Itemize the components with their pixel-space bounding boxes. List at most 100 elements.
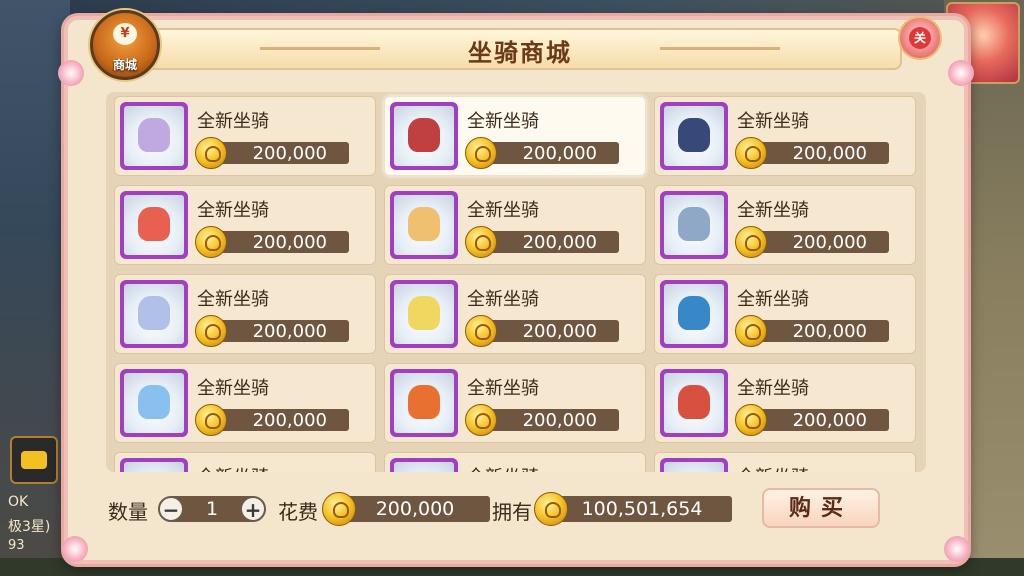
gold-coin-icon [735, 404, 767, 436]
mount-thumbnail [390, 369, 458, 437]
mount-item-card[interactable]: 全新坐骑 200,000 [654, 185, 916, 265]
mount-item-card[interactable]: 全新坐骑 200,000 [384, 363, 646, 443]
mount-price: 200,000 [792, 232, 867, 253]
mount-figure-icon [408, 207, 440, 241]
gold-coin-icon [735, 137, 767, 169]
mount-name: 全新坐骑 [467, 200, 539, 221]
buy-button[interactable]: 购买 [762, 488, 880, 528]
cost-label: 花费 [278, 500, 318, 524]
gold-coin-icon [735, 226, 767, 258]
mount-item-card[interactable]: 全新坐骑 200,000 [654, 96, 916, 176]
flower-decoration [58, 60, 84, 86]
title-ornament-right [660, 47, 780, 50]
quantity-label: 数量 [108, 500, 148, 524]
mount-price-bar: 200,000 [209, 409, 349, 431]
gold-coin-icon [465, 315, 497, 347]
mount-price: 200,000 [522, 321, 597, 342]
mount-price: 200,000 [522, 232, 597, 253]
mount-name: 全新坐骑 [197, 200, 269, 221]
side-rank-text: 极3星) [8, 519, 51, 535]
mount-price: 200,000 [792, 143, 867, 164]
mount-price: 200,000 [252, 321, 327, 342]
mount-thumbnail [660, 369, 728, 437]
mount-item-card[interactable]: 全新坐骑 200,000 [654, 274, 916, 354]
mount-figure-icon [138, 118, 170, 152]
mount-thumbnail [660, 280, 728, 348]
owned-label: 拥有 [492, 500, 532, 524]
mount-price-bar: 200,000 [209, 320, 349, 342]
mount-thumbnail [390, 458, 458, 472]
mount-figure-icon [138, 385, 170, 419]
side-status-text: OK [8, 494, 29, 510]
mount-item-card[interactable]: 全新坐骑 [384, 452, 646, 472]
mount-name: 全新坐骑 [197, 378, 269, 399]
mount-item-card[interactable]: 全新坐骑 200,000 [654, 363, 916, 443]
mount-price-bar: 200,000 [749, 231, 889, 253]
background-left [0, 0, 70, 576]
mount-item-card[interactable]: 全新坐骑 200,000 [114, 363, 376, 443]
mount-grid: 全新坐骑 200,000 全新坐骑 200,000 全新坐骑 200,000 全新坐骑 200… [106, 92, 926, 472]
mount-thumbnail [660, 102, 728, 170]
mount-item-card[interactable]: 全新坐骑 200,000 [384, 185, 646, 265]
mount-image [124, 284, 184, 344]
page-title: 坐骑商城 [468, 39, 572, 67]
gold-coin-icon [534, 492, 568, 526]
gold-coin-icon [195, 137, 227, 169]
mount-item-card[interactable]: 全新坐骑 200,000 [384, 274, 646, 354]
mount-image [124, 195, 184, 255]
mount-name: 全新坐骑 [467, 378, 539, 399]
cost-value: 200,000 [340, 496, 490, 522]
mount-name: 全新坐骑 [467, 111, 539, 132]
close-icon: 关 [909, 27, 931, 49]
gold-coin-icon [465, 137, 497, 169]
mount-price-bar: 200,000 [749, 320, 889, 342]
mount-name: 全新坐骑 [197, 289, 269, 310]
gold-coin-icon [195, 226, 227, 258]
mount-name: 全新坐骑 [737, 378, 809, 399]
decrease-quantity-button[interactable]: − [158, 496, 184, 522]
mount-image [394, 106, 454, 166]
side-level-text: 93 [8, 538, 25, 553]
mount-item-card[interactable]: 全新坐骑 [114, 452, 376, 472]
mount-image [394, 284, 454, 344]
mount-item-card[interactable]: 全新坐骑 200,000 [114, 185, 376, 265]
mount-price-bar: 200,000 [749, 142, 889, 164]
mount-name: 全新坐骑 [737, 200, 809, 221]
mount-figure-icon [408, 296, 440, 330]
mount-name: 全新坐骑 [197, 111, 269, 132]
mount-name: 全新坐骑 [467, 289, 539, 310]
mount-item-card[interactable]: 全新坐骑 200,000 [384, 96, 646, 176]
mount-name: 全新坐骑 [737, 111, 809, 132]
mount-image [664, 195, 724, 255]
increase-quantity-button[interactable]: + [240, 496, 266, 522]
yen-icon: ¥ [113, 23, 137, 45]
mount-figure-icon [678, 207, 710, 241]
mount-name: 全新坐骑 [467, 463, 539, 472]
close-button[interactable]: 关 [898, 16, 942, 60]
chat-icon[interactable] [10, 436, 58, 484]
purchase-bar: 数量 − 1 + 花费 200,000 拥有 100,501,654 购买 [88, 486, 938, 536]
flower-decoration [944, 536, 970, 562]
mount-name: 全新坐骑 [197, 463, 269, 472]
mount-thumbnail [120, 280, 188, 348]
mount-thumbnail [390, 191, 458, 259]
mount-figure-icon [138, 296, 170, 330]
shop-icon: ¥ 商城 [90, 10, 160, 80]
mount-thumbnail [390, 102, 458, 170]
gold-coin-icon [195, 315, 227, 347]
shop-icon-label: 商城 [112, 58, 137, 72]
flower-decoration [948, 60, 974, 86]
mount-price-bar: 200,000 [479, 142, 619, 164]
mount-price-bar: 200,000 [479, 409, 619, 431]
owned-value: 100,501,654 [552, 496, 732, 522]
gold-coin-icon [195, 404, 227, 436]
gold-coin-icon [465, 404, 497, 436]
mount-item-card[interactable]: 全新坐骑 [654, 452, 916, 472]
mount-item-card[interactable]: 全新坐骑 200,000 [114, 274, 376, 354]
mount-item-card[interactable]: 全新坐骑 200,000 [114, 96, 376, 176]
mount-thumbnail [660, 191, 728, 259]
mount-thumbnail [120, 369, 188, 437]
mount-name: 全新坐骑 [737, 289, 809, 310]
mount-thumbnail [120, 458, 188, 472]
mount-thumbnail [120, 102, 188, 170]
